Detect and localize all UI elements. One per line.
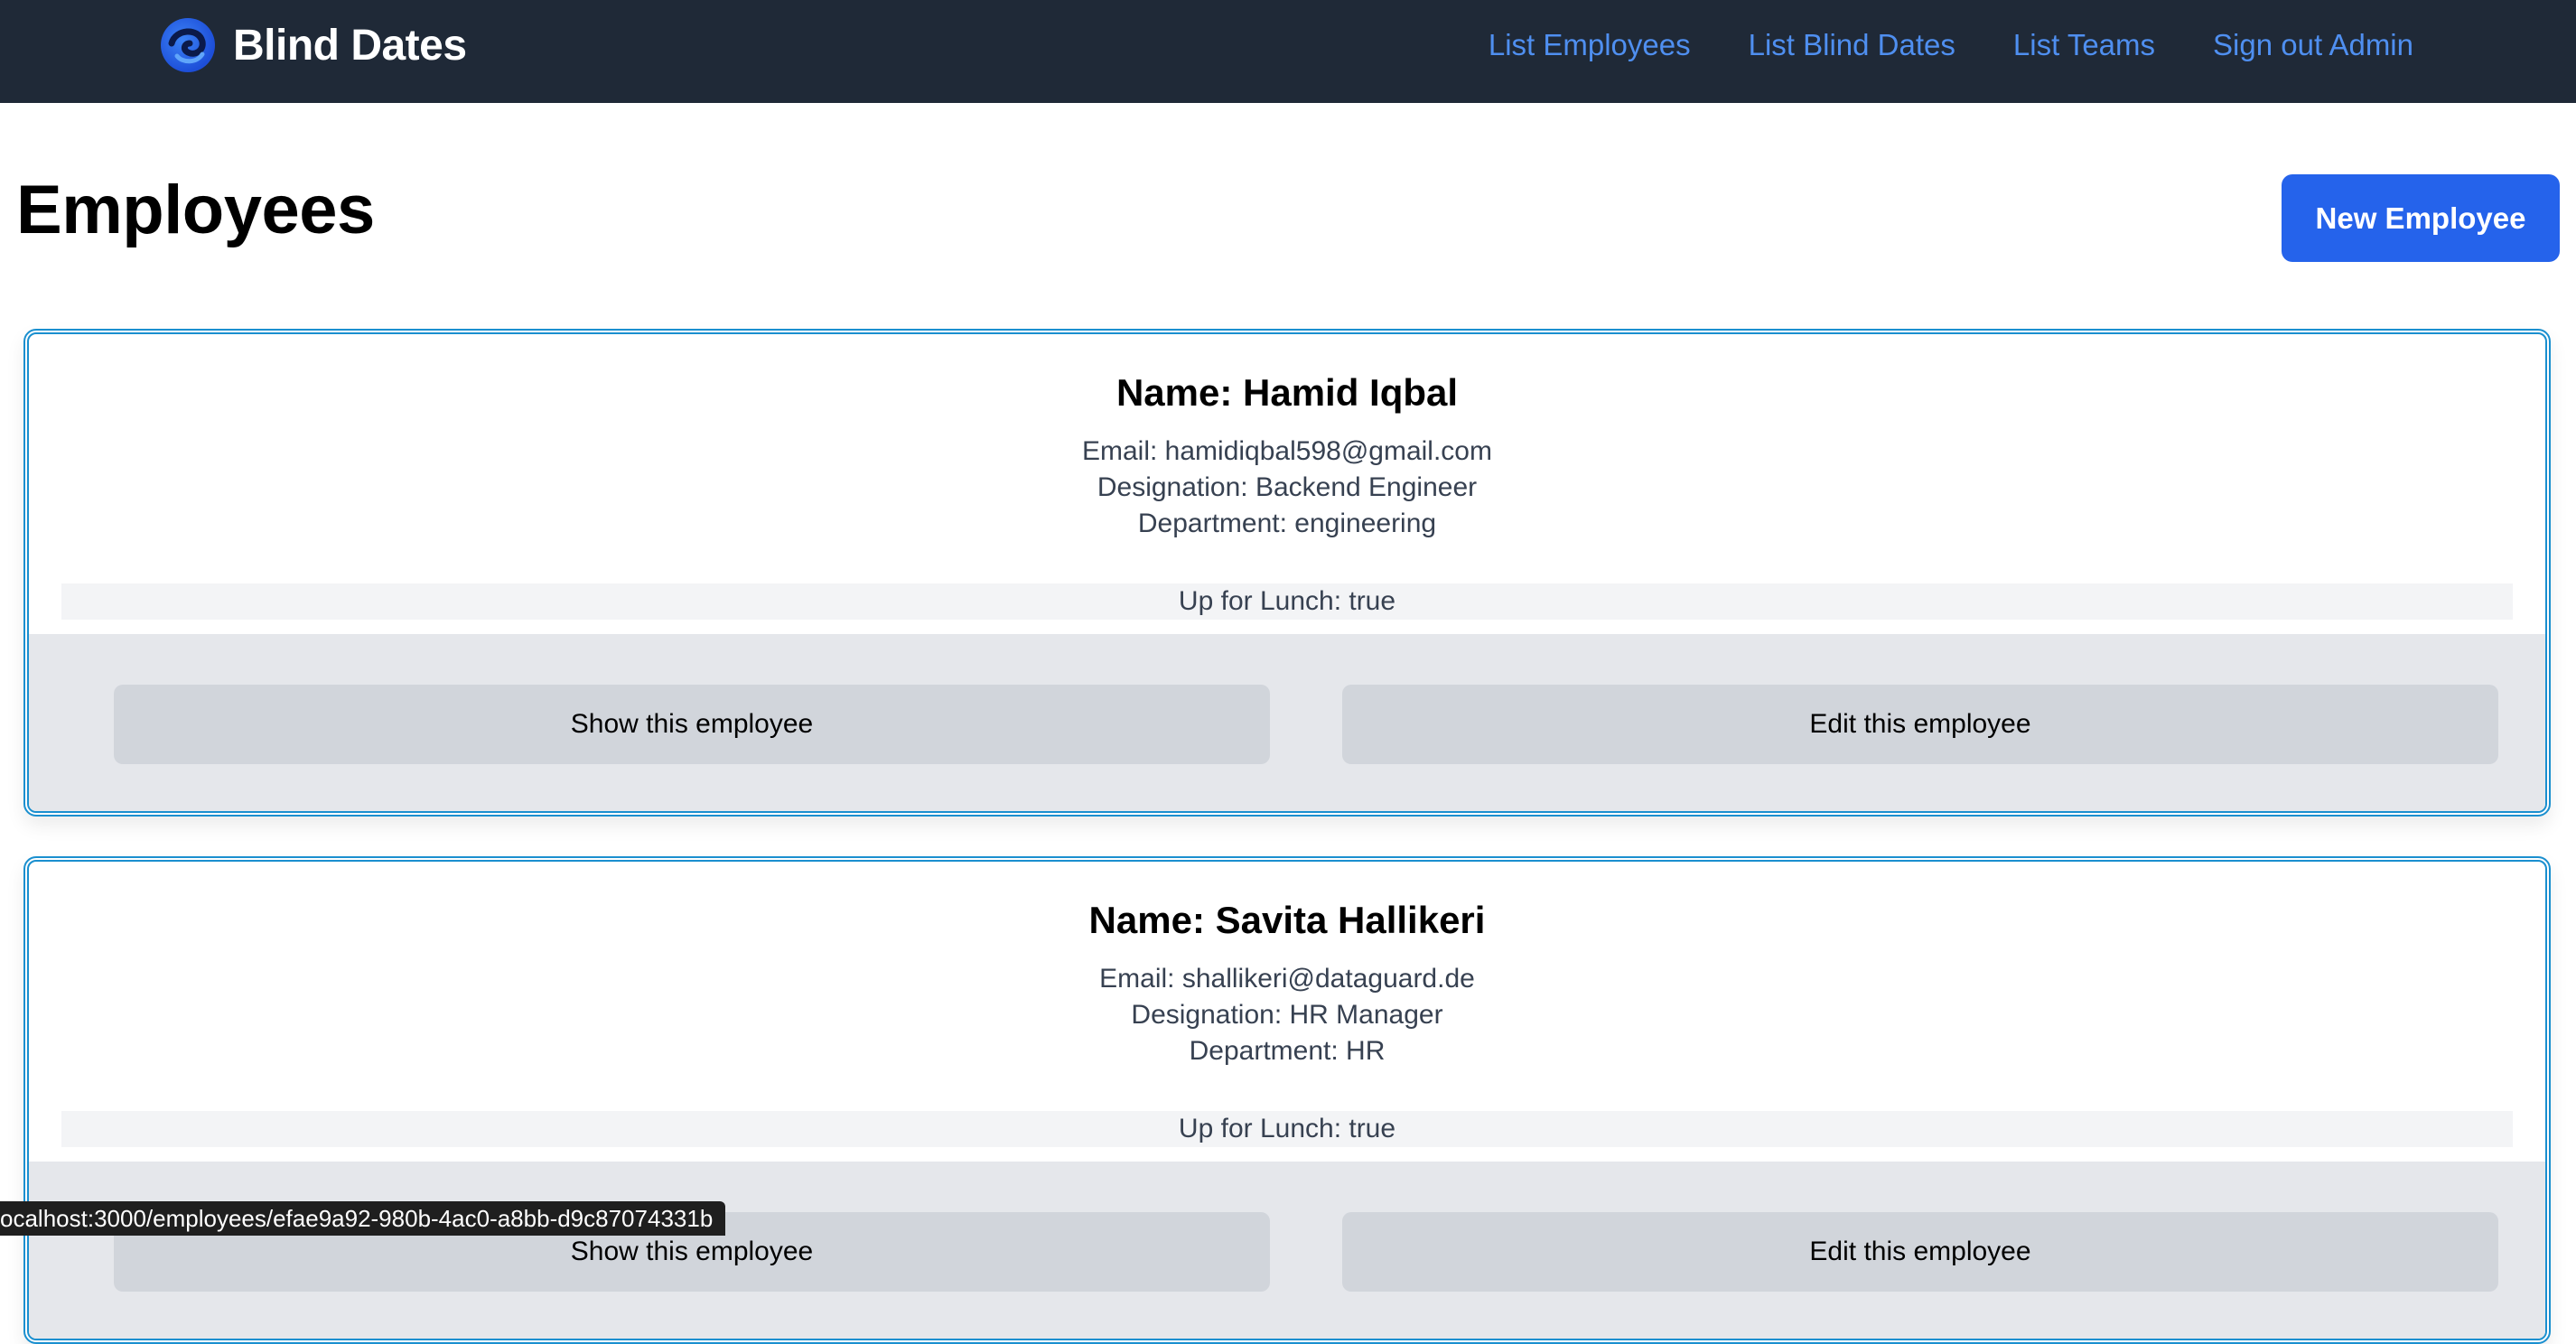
employee-details: Name: Savita Hallikeri Email: shallikeri… bbox=[29, 862, 2545, 1069]
employee-email: Email: shallikeri@dataguard.de bbox=[29, 961, 2545, 997]
edit-employee-button[interactable]: Edit this employee bbox=[1342, 685, 2498, 764]
nav-link-list-blind-dates[interactable]: List Blind Dates bbox=[1749, 28, 1955, 62]
show-employee-button[interactable]: Show this employee bbox=[114, 685, 1270, 764]
employee-designation: Designation: HR Manager bbox=[29, 997, 2545, 1033]
employee-designation: Designation: Backend Engineer bbox=[29, 470, 2545, 506]
employee-name: Name: Savita Hallikeri bbox=[29, 900, 2545, 941]
employee-lunch-status: Up for Lunch: true bbox=[61, 583, 2513, 620]
brand-link[interactable]: Blind Dates bbox=[159, 16, 467, 74]
employee-department: Department: HR bbox=[29, 1033, 2545, 1069]
brand-title: Blind Dates bbox=[233, 21, 467, 70]
employee-info: Email: hamidiqbal598@gmail.com Designati… bbox=[29, 434, 2545, 542]
employee-card: Name: Hamid Iqbal Email: hamidiqbal598@g… bbox=[23, 329, 2551, 817]
nav-link-list-teams[interactable]: List Teams bbox=[2013, 28, 2155, 62]
nav-link-list-employees[interactable]: List Employees bbox=[1489, 28, 1691, 62]
employee-lunch-status: Up for Lunch: true bbox=[61, 1111, 2513, 1147]
nav-links: List Employees List Blind Dates List Tea… bbox=[1431, 0, 2413, 90]
nav-link-sign-out[interactable]: Sign out Admin bbox=[2213, 28, 2413, 62]
page-title: Employees bbox=[16, 176, 375, 245]
employee-details: Name: Hamid Iqbal Email: hamidiqbal598@g… bbox=[29, 334, 2545, 542]
edit-employee-button[interactable]: Edit this employee bbox=[1342, 1212, 2498, 1292]
employee-card: Name: Savita Hallikeri Email: shallikeri… bbox=[23, 856, 2551, 1344]
status-bar-url: ocalhost:3000/employees/efae9a92-980b-4a… bbox=[0, 1201, 725, 1236]
logo-icon bbox=[159, 16, 217, 74]
new-employee-button[interactable]: New Employee bbox=[2282, 174, 2560, 262]
top-navbar: Blind Dates List Employees List Blind Da… bbox=[0, 0, 2576, 103]
employee-department: Department: engineering bbox=[29, 506, 2545, 542]
employee-name: Name: Hamid Iqbal bbox=[29, 372, 2545, 414]
employee-actions: Show this employee Edit this employee bbox=[29, 634, 2545, 811]
employee-email: Email: hamidiqbal598@gmail.com bbox=[29, 434, 2545, 470]
employee-actions: Show this employee Edit this employee bbox=[29, 1162, 2545, 1339]
employee-info: Email: shallikeri@dataguard.de Designati… bbox=[29, 961, 2545, 1069]
